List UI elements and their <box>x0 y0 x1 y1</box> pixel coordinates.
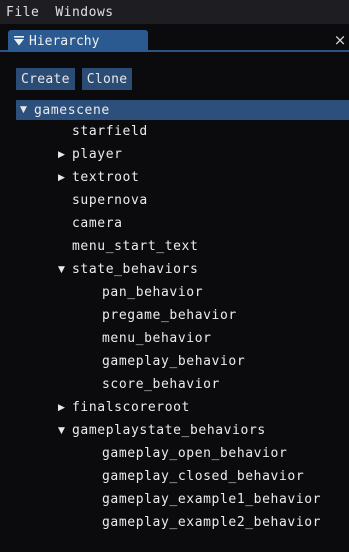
window-tab-bar: Hierarchy × <box>0 24 349 52</box>
create-button[interactable]: Create <box>16 68 75 90</box>
tab-title: Hierarchy <box>29 33 100 49</box>
tree-node-label: pan_behavior <box>102 285 204 300</box>
tree-node-label: menu_start_text <box>72 239 199 254</box>
tree-node[interactable]: ▶ finalscoreroot <box>16 396 349 419</box>
expanded-arrow-icon[interactable]: ▼ <box>58 265 72 275</box>
menu-windows[interactable]: Windows <box>55 5 113 20</box>
tree-node-label: gameplay_behavior <box>102 354 246 369</box>
tree-node-label: gameplay_closed_behavior <box>102 469 305 484</box>
tree-node-label: pregame_behavior <box>102 308 237 323</box>
tree-node[interactable]: ▶menu_behavior <box>16 327 349 350</box>
expanded-arrow-icon[interactable]: ▼ <box>58 426 72 436</box>
expanded-arrow-icon[interactable]: ▼ <box>20 105 34 115</box>
tree-node[interactable]: ▶gameplay_behavior <box>16 350 349 373</box>
hierarchy-tree: ▼ gamescene ▶starfield▶player▶textroot▶s… <box>16 100 349 534</box>
tree-node[interactable]: ▶supernova <box>16 189 349 212</box>
tree-node[interactable]: ▶pan_behavior <box>16 281 349 304</box>
tree-node-label: gamescene <box>34 102 110 118</box>
tree-node-label: gameplaystate_behaviors <box>72 423 266 438</box>
tree-node-label: gameplay_example2_behavior <box>102 515 322 530</box>
tree-node[interactable]: ▶pregame_behavior <box>16 304 349 327</box>
tree-node[interactable]: ▼ state_behaviors <box>16 258 349 281</box>
tree-node[interactable]: ▶gameplay_example2_behavior <box>16 511 349 534</box>
tree-node[interactable]: ▶camera <box>16 212 349 235</box>
tree-node-label: score_behavior <box>102 377 220 392</box>
tree-node[interactable]: ▶gameplay_open_behavior <box>16 442 349 465</box>
tree-node[interactable]: ▶menu_start_text <box>16 235 349 258</box>
menu-bar: File Windows <box>0 0 349 24</box>
tree-node[interactable]: ▶ player <box>16 143 349 166</box>
tree-node[interactable]: ▶ textroot <box>16 166 349 189</box>
tree-node-label: camera <box>72 216 123 231</box>
tree-node[interactable]: ▶starfield <box>16 120 349 143</box>
clone-button[interactable]: Clone <box>81 68 133 90</box>
tree-node-label: supernova <box>72 193 148 208</box>
collapsed-arrow-icon[interactable]: ▶ <box>58 403 72 413</box>
tree-node[interactable]: ▶score_behavior <box>16 373 349 396</box>
tree-node[interactable]: ▶gameplay_example1_behavior <box>16 488 349 511</box>
tree-node-label: gameplay_open_behavior <box>102 446 288 461</box>
close-icon[interactable]: × <box>333 33 347 48</box>
menu-file[interactable]: File <box>6 5 39 20</box>
tree-node-label: player <box>72 147 123 162</box>
tree-node-label: starfield <box>72 124 148 139</box>
hierarchy-toolbar: Create Clone <box>16 68 139 90</box>
tree-node-label: gameplay_example1_behavior <box>102 492 322 507</box>
tab-hierarchy[interactable]: Hierarchy <box>8 30 148 52</box>
collapsed-arrow-icon[interactable]: ▶ <box>58 173 72 183</box>
tree-node[interactable]: ▶gameplay_closed_behavior <box>16 465 349 488</box>
tree-node-root[interactable]: ▼ gamescene <box>16 100 349 120</box>
collapsed-arrow-icon[interactable]: ▶ <box>58 150 72 160</box>
tree-node-label: state_behaviors <box>72 262 199 277</box>
triangle-down-icon[interactable] <box>14 36 24 46</box>
tree-node-label: textroot <box>72 170 140 185</box>
tree-node[interactable]: ▼ gameplaystate_behaviors <box>16 419 349 442</box>
tree-node-label: finalscoreroot <box>72 400 190 415</box>
tree-node-label: menu_behavior <box>102 331 212 346</box>
